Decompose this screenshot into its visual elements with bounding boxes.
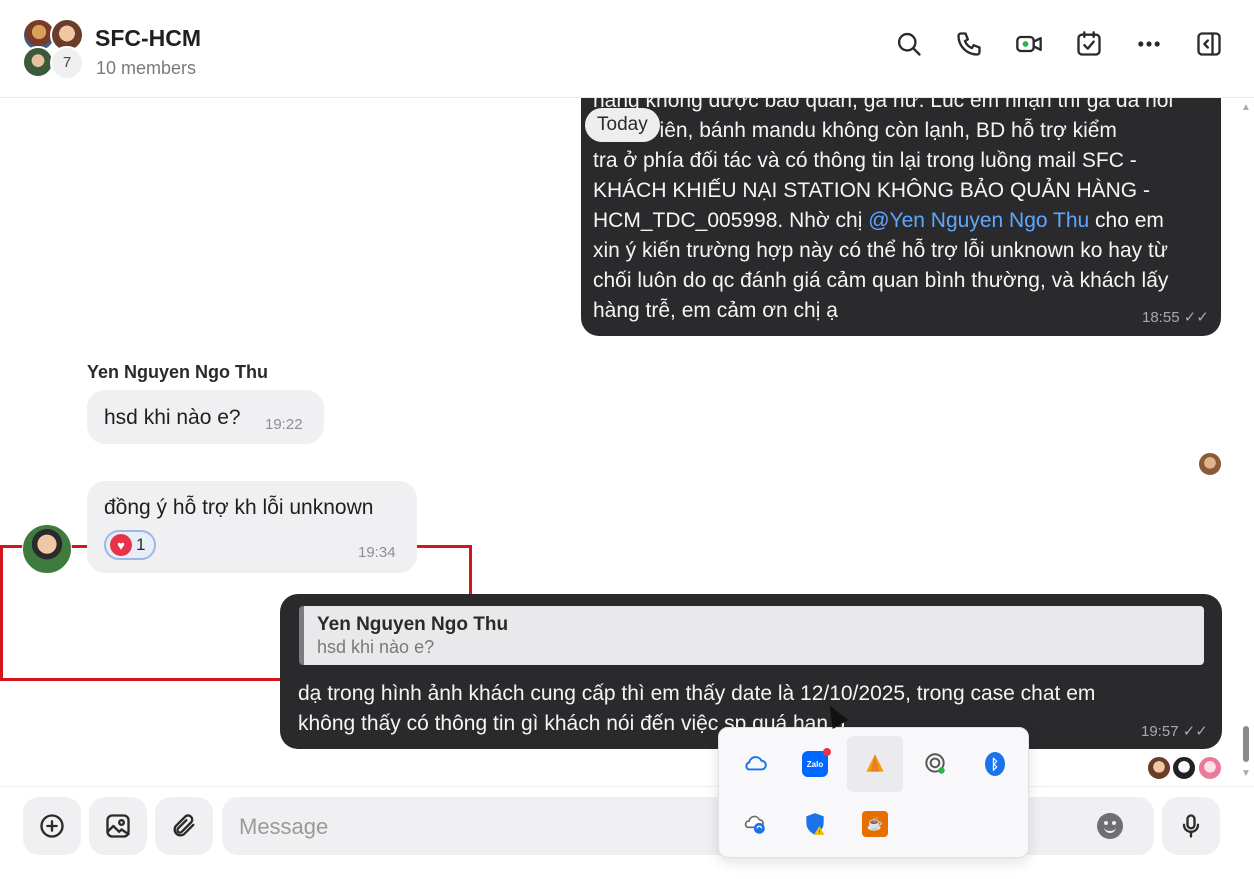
sender-avatar[interactable] — [22, 524, 72, 574]
add-icon — [40, 814, 64, 838]
emoji-icon[interactable] — [1097, 813, 1123, 839]
chat-header: 7 SFC-HCM 10 members — [0, 0, 1254, 98]
message-line: xin ý kiến trường hợp này có thể hỗ trợ … — [593, 239, 1168, 262]
message-line: và cá viên, bánh mandu không còn lạnh, B… — [593, 119, 1117, 142]
message-text: hsd khi nào e? — [104, 406, 241, 429]
svg-text:!: ! — [819, 830, 821, 836]
sender-name[interactable]: Yen Nguyen Ngo Thu — [87, 362, 268, 383]
message-line: KHÁCH KHIẾU NẠI STATION KHÔNG BẢO QUẢN H… — [593, 179, 1150, 202]
message-text: hàng không được bảo quản, gà hư. Lúc em … — [593, 98, 1213, 326]
message-time: 19:57 ✓✓ — [1141, 723, 1208, 740]
quoted-sender: Yen Nguyen Ngo Thu — [317, 614, 509, 635]
onedrive-icon[interactable] — [727, 736, 783, 792]
reaction-badge[interactable]: ♥ 1 — [104, 530, 156, 560]
scrollbar-thumb[interactable] — [1243, 726, 1249, 762]
onedrive-sync-icon[interactable] — [727, 796, 783, 852]
read-status-icon: ✓✓ — [1182, 723, 1208, 740]
phone-icon[interactable] — [952, 27, 986, 61]
airplay-status-icon[interactable] — [907, 736, 963, 792]
date-separator: Today — [585, 108, 660, 142]
group-avatar[interactable]: 7 — [22, 18, 84, 80]
video-icon[interactable] — [1012, 27, 1046, 61]
panel-toggle-icon[interactable] — [1192, 27, 1226, 61]
message-bubble-outgoing[interactable]: hàng không được bảo quản, gà hư. Lúc em … — [581, 98, 1221, 336]
extra-member-count: 7 — [50, 46, 84, 80]
message-line: dạ trong hình ảnh khách cung cấp thì em … — [298, 682, 1096, 705]
image-icon — [106, 814, 130, 838]
java-icon[interactable]: ☕ — [847, 796, 903, 852]
zalo-icon[interactable]: Zalo — [787, 736, 843, 792]
message-time: 18:55 ✓✓ — [1142, 309, 1209, 326]
member-count[interactable]: 10 members — [96, 58, 196, 79]
message-line: HCM_TDC_005998. Nhờ chị @Yen Nguyen Ngo … — [593, 209, 1164, 232]
message-list[interactable]: hàng không được bảo quản, gà hư. Lúc em … — [0, 98, 1254, 786]
calendar-check-icon[interactable] — [1072, 27, 1106, 61]
search-icon[interactable] — [892, 27, 926, 61]
quoted-message[interactable]: Yen Nguyen Ngo Thu hsd khi nào e? — [299, 606, 1204, 665]
attach-button[interactable] — [155, 797, 213, 855]
bluetooth-icon[interactable]: ᛒ — [967, 736, 1023, 792]
quoted-text: hsd khi nào e? — [317, 637, 435, 657]
heart-icon: ♥ — [110, 534, 132, 556]
attachment-icon — [173, 814, 195, 837]
message-placeholder: Message — [239, 814, 329, 839]
read-receipt-avatar — [1198, 452, 1222, 476]
message-line: chối luôn do qc đánh giá cảm quan bình t… — [593, 269, 1169, 292]
image-button[interactable] — [89, 797, 147, 855]
microphone-icon — [1182, 814, 1200, 838]
security-warning-icon[interactable]: ! — [787, 796, 843, 852]
seen-by-avatar — [1147, 756, 1171, 780]
group-title[interactable]: SFC-HCM — [95, 25, 201, 52]
message-line: hàng trễ, em cảm ơn chị ạ — [593, 299, 838, 322]
add-button[interactable] — [23, 797, 81, 855]
voice-button[interactable] — [1162, 797, 1220, 855]
message-time: 19:34 — [358, 544, 396, 561]
message-composer: Message — [0, 786, 1254, 879]
reaction-count: 1 — [136, 535, 146, 554]
more-icon[interactable] — [1132, 27, 1166, 61]
message-line: tra ở phía đối tác và có thông tin lại t… — [593, 149, 1137, 172]
message-time: 19:22 — [265, 416, 303, 433]
mention-link[interactable]: @Yen Nguyen Ngo Thu — [868, 209, 1089, 232]
scroll-down-arrow[interactable]: ▼ — [1241, 768, 1251, 779]
seen-by-avatar — [1172, 756, 1196, 780]
message-line: hàng không được bảo quản, gà hư. Lúc em … — [593, 98, 1174, 112]
scroll-up-arrow[interactable]: ▲ — [1241, 102, 1251, 113]
tray-app-orange-icon[interactable] — [847, 736, 903, 792]
message-bubble-incoming[interactable]: hsd khi nào e? 19:22 — [87, 390, 324, 444]
read-status-icon: ✓✓ — [1183, 309, 1209, 326]
system-tray-overflow: Zalo ᛒ ! ☕ — [718, 727, 1029, 858]
message-text: đồng ý hỗ trợ kh lỗi unknown — [104, 496, 374, 519]
seen-by-avatar — [1198, 756, 1222, 780]
